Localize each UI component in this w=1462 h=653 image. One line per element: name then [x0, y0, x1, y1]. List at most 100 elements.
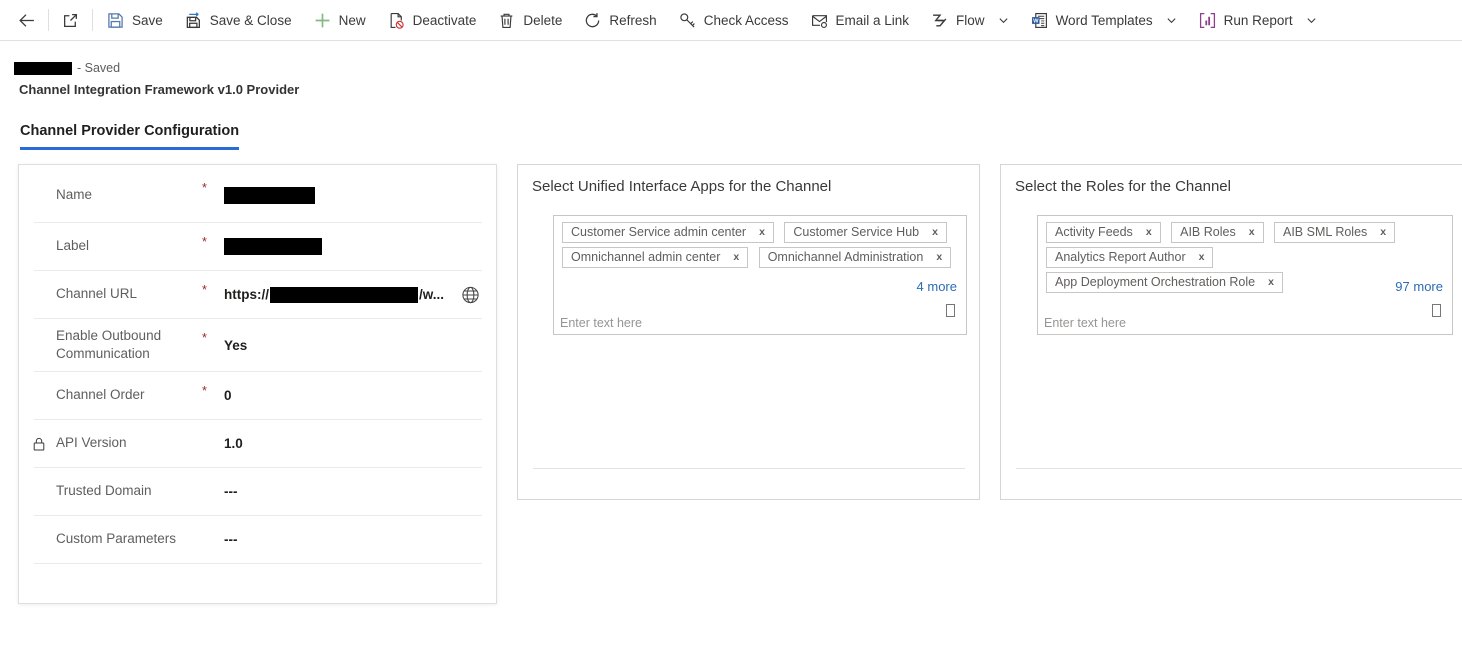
required-spacer: [202, 468, 224, 480]
field-row-channel-order: Channel Order * 0: [34, 372, 482, 420]
remove-tag-icon[interactable]: x: [1249, 226, 1255, 238]
apps-multiselect-box[interactable]: Customer Service admin center x Customer…: [553, 215, 967, 335]
form-rows: Name * Label * Channel URL * https:// /w…: [19, 165, 496, 564]
word-templates-label: Word Templates: [1056, 13, 1153, 28]
role-tag[interactable]: App Deployment Orchestration Role x: [1046, 272, 1283, 293]
name-field-value[interactable]: [224, 187, 315, 204]
delete-label: Delete: [523, 13, 562, 28]
save-icon: [107, 12, 124, 29]
remove-tag-icon[interactable]: x: [932, 226, 938, 238]
app-tag[interactable]: Omnichannel Administration x: [759, 247, 951, 268]
email-a-link-button[interactable]: Email a Link: [800, 0, 921, 40]
chevron-down-icon: [1306, 15, 1317, 26]
chevron-down-icon: [1166, 15, 1177, 26]
roles-multiselect-box[interactable]: Activity Feeds x AIB Roles x AIB SML Rol…: [1037, 215, 1453, 335]
apps-more-link[interactable]: 4 more: [917, 279, 957, 294]
deactivate-icon: [388, 12, 405, 29]
refresh-label: Refresh: [609, 13, 656, 28]
required-spacer: [202, 420, 224, 432]
label-field-label: Label: [56, 231, 202, 261]
roles-panel: Select the Roles for the Channel Activit…: [1000, 164, 1462, 500]
deactivate-button[interactable]: Deactivate: [377, 0, 488, 40]
required-spacer: [202, 516, 224, 528]
unified-interface-apps-panel: Select Unified Interface Apps for the Ch…: [517, 164, 980, 500]
roles-expand-icon[interactable]: [1432, 304, 1441, 317]
required-marker: *: [202, 223, 224, 249]
flow-button[interactable]: Flow: [920, 0, 1020, 40]
required-marker: *: [202, 372, 224, 398]
toolbar-divider: [48, 9, 49, 31]
save-and-close-icon: [185, 12, 202, 29]
remove-tag-icon[interactable]: x: [733, 251, 739, 263]
word-templates-button[interactable]: W Word Templates: [1020, 0, 1188, 40]
roles-more-link[interactable]: 97 more: [1395, 279, 1443, 294]
app-tag[interactable]: Customer Service Hub x: [784, 222, 947, 243]
roles-search-input[interactable]: [1044, 316, 1274, 330]
remove-tag-icon[interactable]: x: [759, 226, 765, 238]
popout-button[interactable]: [52, 0, 89, 40]
trusted-domain-field-label: Trusted Domain: [56, 476, 202, 506]
apps-expand-icon[interactable]: [946, 304, 955, 317]
required-marker: *: [202, 319, 224, 345]
chevron-down-icon: [998, 15, 1009, 26]
run-report-icon: [1199, 12, 1216, 29]
field-row-name: Name *: [34, 169, 482, 223]
remove-tag-icon[interactable]: x: [936, 251, 942, 263]
redacted-value-bar: [224, 187, 315, 204]
back-button[interactable]: [8, 0, 45, 40]
tab-channel-provider-configuration[interactable]: Channel Provider Configuration: [20, 123, 239, 150]
role-tag[interactable]: AIB Roles x: [1171, 222, 1263, 243]
role-tag[interactable]: Activity Feeds x: [1046, 222, 1161, 243]
flow-icon: [931, 12, 948, 29]
remove-tag-icon[interactable]: x: [1146, 226, 1152, 238]
lock-icon: [32, 436, 46, 451]
app-tag[interactable]: Customer Service admin center x: [562, 222, 774, 243]
remove-tag-icon[interactable]: x: [1268, 276, 1274, 288]
app-tag-label: Omnichannel admin center: [571, 250, 720, 264]
run-report-button[interactable]: Run Report: [1188, 0, 1328, 40]
refresh-button[interactable]: Refresh: [573, 0, 667, 40]
channel-order-field-label: Channel Order: [56, 380, 202, 410]
open-url-globe-icon[interactable]: [461, 285, 480, 304]
role-tag[interactable]: Analytics Report Author x: [1046, 247, 1213, 268]
enable-outbound-field-label: Enable Outbound Communication: [56, 321, 202, 369]
save-and-close-button[interactable]: Save & Close: [174, 0, 303, 40]
custom-parameters-field-value[interactable]: ---: [224, 532, 238, 547]
field-row-trusted-domain: Trusted Domain ---: [34, 468, 482, 516]
deactivate-label: Deactivate: [413, 13, 477, 28]
record-header: - Saved Channel Integration Framework v1…: [14, 61, 299, 97]
channel-url-field-label: Channel URL: [56, 279, 202, 309]
save-label: Save: [132, 13, 163, 28]
redacted-record-name: [14, 62, 72, 75]
app-tag[interactable]: Omnichannel admin center x: [562, 247, 748, 268]
apps-search-input[interactable]: [560, 316, 790, 330]
redacted-value-bar: [270, 287, 418, 303]
remove-tag-icon[interactable]: x: [1380, 226, 1386, 238]
email-a-link-label: Email a Link: [836, 13, 910, 28]
role-tag[interactable]: AIB SML Roles x: [1274, 222, 1395, 243]
roles-panel-title: Select the Roles for the Channel: [1015, 178, 1462, 195]
refresh-icon: [584, 12, 601, 29]
trusted-domain-field-value[interactable]: ---: [224, 484, 238, 499]
apps-panel-title: Select Unified Interface Apps for the Ch…: [532, 178, 965, 195]
remove-tag-icon[interactable]: x: [1199, 251, 1205, 263]
label-field-value[interactable]: [224, 238, 322, 255]
word-templates-icon: W: [1031, 12, 1048, 29]
role-tag-label: AIB Roles: [1180, 225, 1236, 239]
channel-url-field-value[interactable]: https:// /w...: [224, 287, 444, 303]
new-button[interactable]: New: [303, 0, 377, 40]
panel-divider: [1016, 468, 1462, 469]
save-button[interactable]: Save: [96, 0, 174, 40]
new-label: New: [339, 13, 366, 28]
record-save-status: - Saved: [77, 61, 120, 75]
enable-outbound-field-value[interactable]: Yes: [224, 338, 247, 353]
field-row-label: Label *: [34, 223, 482, 271]
app-tag-label: Customer Service Hub: [793, 225, 919, 239]
required-marker: *: [202, 271, 224, 297]
delete-button[interactable]: Delete: [487, 0, 573, 40]
check-access-button[interactable]: Check Access: [668, 0, 800, 40]
record-title-line: - Saved: [14, 61, 299, 75]
key-icon: [679, 12, 696, 29]
role-tag-label: AIB SML Roles: [1283, 225, 1367, 239]
channel-order-field-value[interactable]: 0: [224, 388, 232, 403]
